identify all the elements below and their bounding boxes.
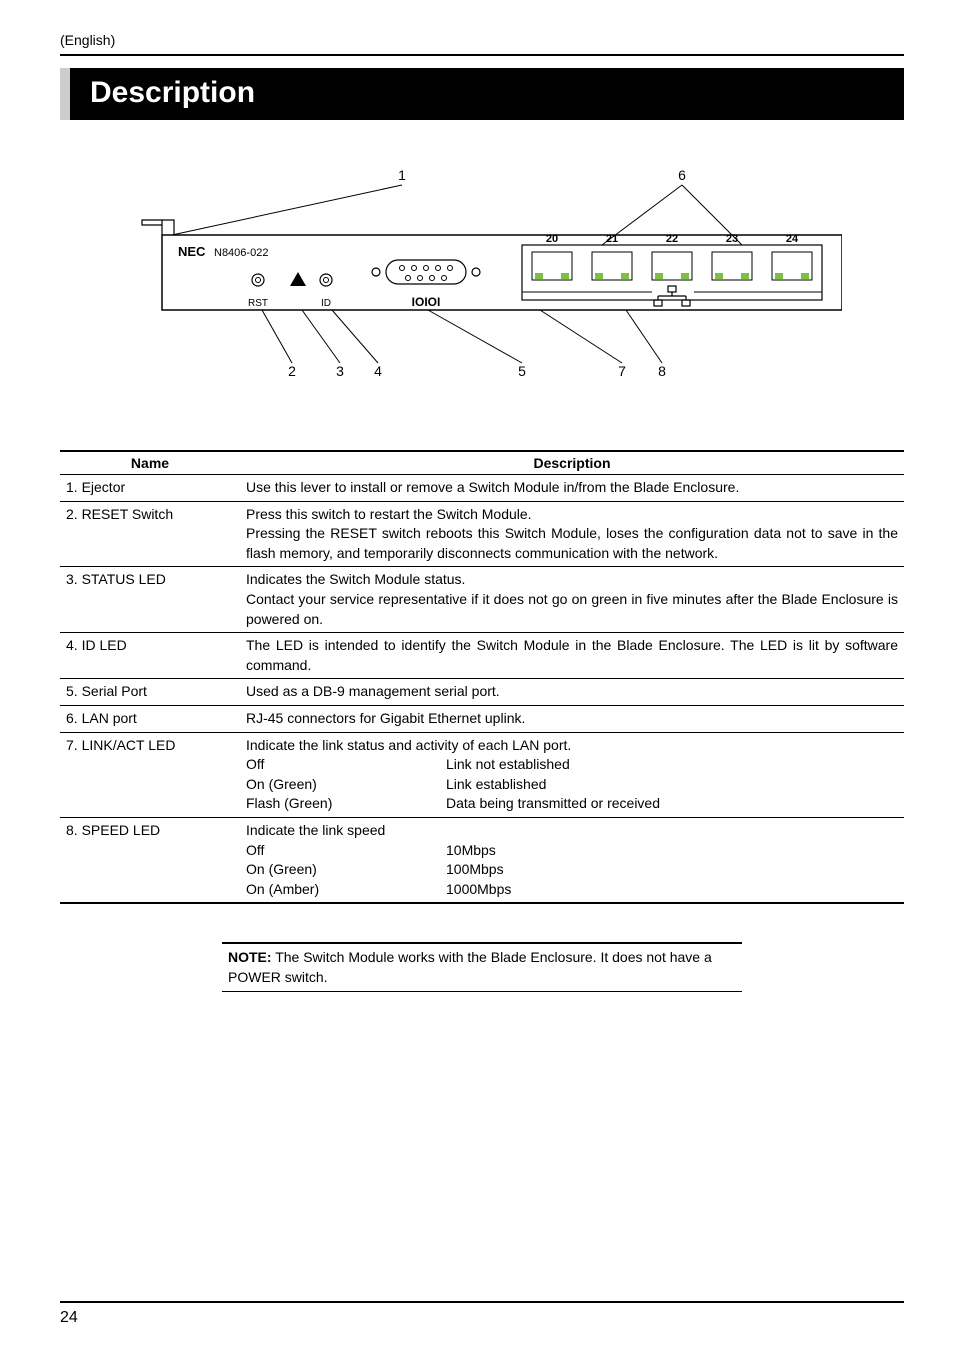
- table-row-linkact-led: 7. LINK/ACT LED Indicate the link status…: [60, 732, 904, 817]
- header-language: (English): [60, 32, 904, 48]
- callout-3: 3: [336, 363, 344, 379]
- callout-4: 4: [374, 363, 382, 379]
- callout-7: 7: [618, 363, 626, 379]
- page-title: Description: [60, 68, 904, 120]
- callout-5: 5: [518, 363, 526, 379]
- brand-text: NEC: [178, 244, 206, 259]
- table-row-status-led: 3. STATUS LED Indicates the Switch Modul…: [60, 567, 904, 633]
- table-row-reset-switch: 2. RESET Switch Press this switch to res…: [60, 501, 904, 567]
- svg-text:20: 20: [546, 233, 558, 245]
- table-row-ejector: 1. Ejector Use this lever to install or …: [60, 475, 904, 502]
- rst-label: RST: [248, 298, 268, 309]
- speed-led-icon: [561, 273, 569, 279]
- note-text: The Switch Module works with the Blade E…: [228, 949, 712, 985]
- svg-text:24: 24: [786, 233, 799, 245]
- description-table: Name Description 1. Ejector Use this lev…: [60, 450, 904, 904]
- page-number: 24: [60, 1309, 78, 1327]
- module-diagram: NEC N8406-022 RST ID IOIOI: [60, 160, 904, 390]
- table-row-speed-led: 8. SPEED LED Indicate the link speed Off…: [60, 817, 904, 903]
- serial-icon: IOIOI: [412, 295, 441, 309]
- note-block: NOTE: The Switch Module works with the B…: [222, 942, 742, 992]
- table-row-serial-port: 5. Serial Port Used as a DB-9 management…: [60, 679, 904, 706]
- table-row-id-led: 4. ID LED The LED is intended to identif…: [60, 633, 904, 679]
- id-label: ID: [321, 298, 331, 309]
- note-label: NOTE:: [228, 949, 272, 965]
- table-row-lan-port: 6. LAN port RJ-45 connectors for Gigabit…: [60, 705, 904, 732]
- link-led-icon: [535, 273, 543, 279]
- callout-8: 8: [658, 363, 666, 379]
- callout-1: 1: [398, 167, 406, 183]
- callout-6: 6: [678, 167, 686, 183]
- header-rule: [60, 54, 904, 56]
- svg-text:22: 22: [666, 233, 678, 245]
- col-name-header: Name: [60, 451, 240, 475]
- footer-rule: [60, 1301, 904, 1303]
- callout-2: 2: [288, 363, 296, 379]
- model-text: N8406-022: [214, 247, 268, 259]
- col-desc-header: Description: [240, 451, 904, 475]
